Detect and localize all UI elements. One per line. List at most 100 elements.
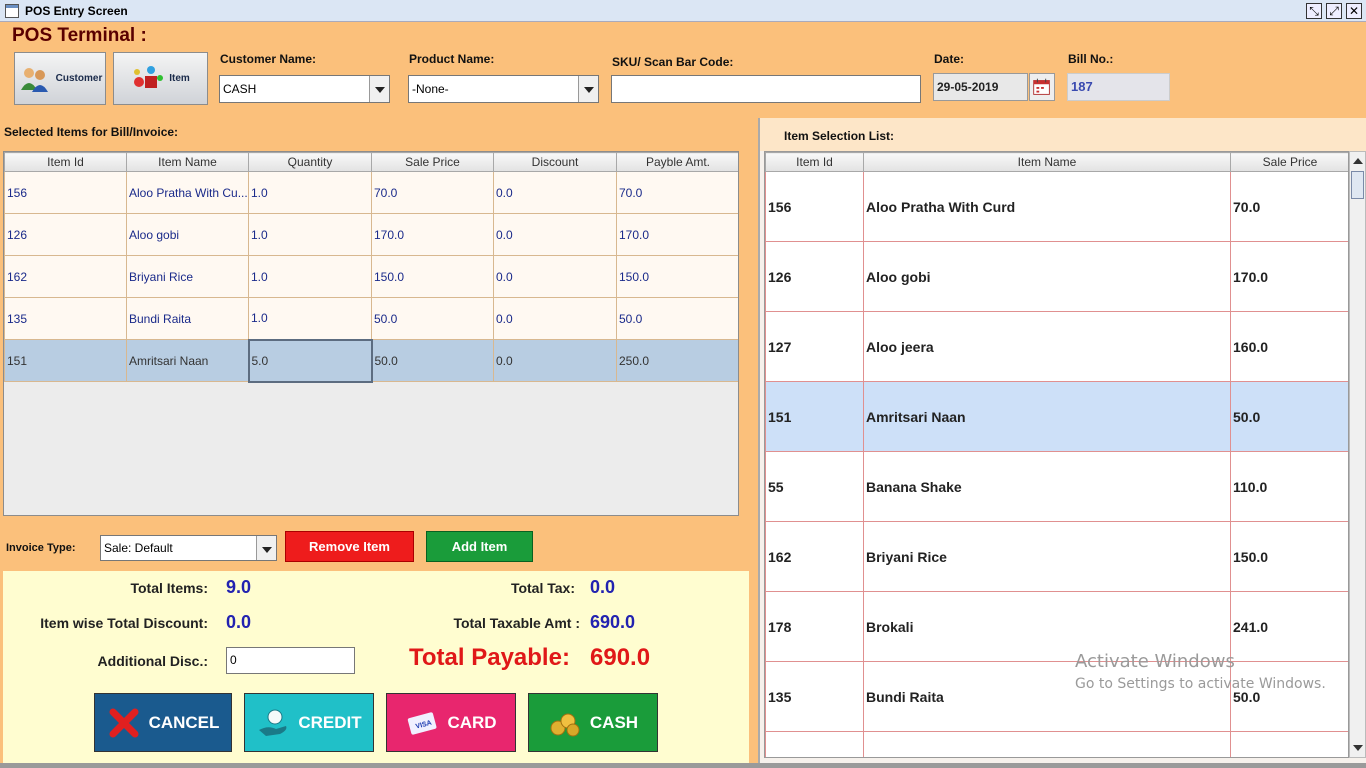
table-row[interactable]: 127 Aloo jeera 160.0 [765, 311, 1348, 382]
table-cell[interactable]: 156 [765, 171, 864, 242]
table-row[interactable]: 126 Aloo gobi 1.0 170.0 0.0 170.0 [4, 213, 738, 256]
add-item-button[interactable]: Add Item [426, 531, 533, 562]
column-header[interactable]: Payble Amt. [616, 152, 738, 172]
table-cell[interactable]: 126 [765, 241, 864, 312]
table-cell[interactable]: 241.0 [1230, 591, 1348, 662]
column-header[interactable]: Sale Price [1230, 152, 1348, 172]
table-cell[interactable]: 178 [765, 591, 864, 662]
column-header[interactable]: Item Id [765, 152, 864, 172]
table-cell[interactable]: 127 [765, 311, 864, 382]
table-cell[interactable]: 150.0 [1230, 521, 1348, 592]
column-header[interactable]: Item Name [863, 152, 1231, 172]
table-cell[interactable]: 156 [4, 171, 127, 214]
table-cell[interactable]: 0.0 [493, 297, 617, 340]
table-cell[interactable]: Briyani Rice [863, 521, 1231, 592]
table-row[interactable]: 55 Banana Shake 110.0 [765, 451, 1348, 522]
table-cell[interactable]: 55 [765, 451, 864, 522]
scroll-thumb[interactable] [1351, 171, 1364, 199]
table-cell[interactable]: 160.0 [1230, 311, 1348, 382]
table-cell[interactable] [1230, 731, 1348, 757]
product-name-select[interactable]: -None- [408, 75, 599, 103]
table-cell[interactable]: 50.0 [1230, 661, 1348, 732]
table-row[interactable]: 126 Aloo gobi 170.0 [765, 241, 1348, 312]
table-cell[interactable]: 162 [4, 255, 127, 298]
table-row[interactable]: 151 Amritsari Naan 5.0 50.0 0.0 250.0 [4, 338, 738, 383]
table-cell[interactable]: 50.0 [616, 297, 738, 340]
table-cell[interactable]: Briyani Rice [126, 255, 249, 298]
table-cell[interactable]: 126 [4, 213, 127, 256]
table-cell[interactable]: Amritsari Naan [126, 339, 249, 382]
invoice-type-select[interactable]: Sale: Default [100, 535, 277, 561]
table-cell[interactable]: 1.0 [248, 297, 372, 340]
column-header[interactable]: Quantity [248, 152, 372, 172]
cash-button[interactable]: CASH [528, 693, 658, 752]
table-row[interactable]: 156 Aloo Pratha With Cu... 1.0 70.0 0.0 70.0 [4, 171, 738, 214]
column-header[interactable]: Sale Price [371, 152, 494, 172]
table-row[interactable]: 156 Aloo Pratha With Curd 70.0 [765, 171, 1348, 242]
table-cell[interactable] [863, 731, 1231, 757]
table-cell[interactable]: 1.0 [248, 255, 372, 298]
credit-button[interactable]: CREDIT [244, 693, 374, 752]
item-button[interactable]: Item [113, 52, 208, 105]
table-row[interactable]: 135 Bundi Raita 1.0 50.0 0.0 50.0 [4, 297, 738, 340]
maximize-button[interactable]: ⤢ [1326, 3, 1342, 19]
table-cell[interactable]: 150.0 [371, 255, 494, 298]
column-header[interactable]: Item Name [126, 152, 249, 172]
table-cell[interactable]: 151 [4, 339, 127, 382]
remove-item-button[interactable]: Remove Item [285, 531, 414, 562]
table-cell[interactable]: Amritsari Naan [863, 381, 1231, 452]
table-cell[interactable]: 110.0 [1230, 451, 1348, 522]
table-cell[interactable]: 70.0 [616, 171, 738, 214]
table-row[interactable]: 151 Amritsari Naan 50.0 [765, 381, 1348, 452]
table-cell[interactable]: 150.0 [616, 255, 738, 298]
table-cell[interactable]: 0.0 [493, 255, 617, 298]
table-cell[interactable]: 1.0 [248, 171, 372, 214]
item-list-scrollbar[interactable] [1349, 151, 1366, 758]
table-cell[interactable]: 135 [765, 661, 864, 732]
scroll-down-icon[interactable] [1353, 745, 1363, 751]
table-cell[interactable]: 250.0 [616, 339, 738, 382]
table-cell[interactable]: 151 [765, 381, 864, 452]
table-cell[interactable]: 70.0 [371, 171, 494, 214]
table-cell[interactable]: 135 [4, 297, 127, 340]
table-cell[interactable]: Aloo gobi [126, 213, 249, 256]
customer-button[interactable]: Customer [14, 52, 106, 105]
calendar-button[interactable] [1029, 73, 1055, 101]
column-header[interactable]: Item Id [4, 152, 127, 172]
sku-input[interactable] [611, 75, 921, 103]
bill-table[interactable]: Item Id Item Name Quantity Sale Price Discou… [3, 151, 739, 516]
table-cell[interactable]: Aloo Pratha With Curd [863, 171, 1231, 242]
table-cell[interactable]: 0.0 [493, 339, 617, 382]
table-cell[interactable]: Bundi Raita [863, 661, 1231, 732]
scroll-up-icon[interactable] [1353, 158, 1363, 164]
column-header[interactable]: Discount [493, 152, 617, 172]
table-cell[interactable]: 70.0 [1230, 171, 1348, 242]
date-field[interactable]: 29-05-2019 [933, 73, 1028, 101]
table-row[interactable]: 162 Briyani Rice 1.0 150.0 0.0 150.0 [4, 255, 738, 298]
table-row[interactable] [765, 731, 1348, 757]
chevron-down-icon[interactable] [578, 76, 598, 102]
table-cell[interactable]: 50.0 [1230, 381, 1348, 452]
customer-name-select[interactable]: CASH [219, 75, 390, 103]
table-cell[interactable]: 170.0 [616, 213, 738, 256]
close-button[interactable]: ✕ [1346, 3, 1362, 19]
table-cell[interactable]: Aloo Pratha With Cu... [126, 171, 249, 214]
table-cell[interactable]: Aloo gobi [863, 241, 1231, 312]
table-cell[interactable]: Banana Shake [863, 451, 1231, 522]
table-cell[interactable]: 170.0 [1230, 241, 1348, 312]
table-row[interactable]: 135 Bundi Raita 50.0 [765, 661, 1348, 732]
table-cell[interactable]: 1.0 [248, 213, 372, 256]
chevron-down-icon[interactable] [256, 536, 276, 560]
table-cell[interactable] [765, 731, 864, 757]
table-cell[interactable]: Bundi Raita [126, 297, 249, 340]
table-cell[interactable]: 0.0 [493, 171, 617, 214]
table-cell[interactable]: 0.0 [493, 213, 617, 256]
table-cell[interactable]: Aloo jeera [863, 311, 1231, 382]
chevron-down-icon[interactable] [369, 76, 389, 102]
table-cell[interactable]: 5.0 [247, 338, 373, 383]
table-cell[interactable]: 50.0 [371, 297, 494, 340]
item-selection-table[interactable]: Item Id Item Name Sale Price 156 Aloo Prath… [764, 151, 1349, 758]
card-button[interactable]: VISA CARD [386, 693, 516, 752]
table-cell[interactable]: 50.0 [371, 339, 494, 382]
additional-discount-input[interactable]: 0 [226, 647, 355, 674]
